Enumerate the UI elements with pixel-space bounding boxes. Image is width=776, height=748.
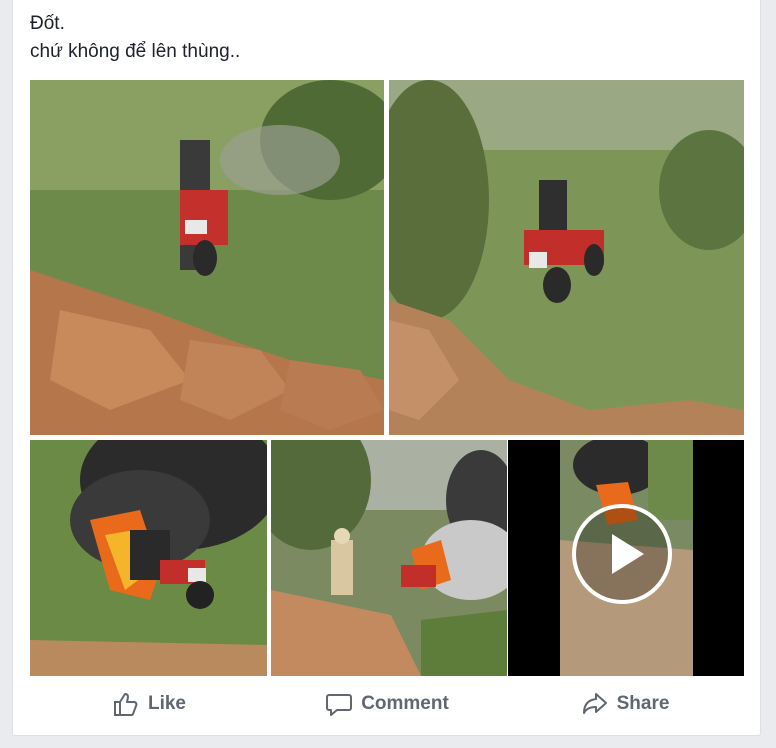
share-label: Share xyxy=(616,693,670,714)
post-actions-bar: Like Comment Share xyxy=(30,676,744,732)
motorbike-in-grass-photo[interactable] xyxy=(389,80,744,435)
post-card: Đốt. chứ không để lên thùng.. Like Comme… xyxy=(12,0,761,736)
share-button[interactable]: Share xyxy=(506,686,744,722)
officer-at-burning-bike-photo[interactable] xyxy=(271,440,507,676)
thumbs-up-icon xyxy=(113,693,138,716)
burning-bike-video-thumbnail[interactable] xyxy=(508,440,744,676)
share-arrow-icon xyxy=(582,693,607,714)
post-text: Đốt. chứ không để lên thùng.. xyxy=(30,10,240,66)
comment-button[interactable]: Comment xyxy=(268,686,506,722)
motorbike-burning-photo[interactable] xyxy=(30,440,267,676)
play-button[interactable] xyxy=(572,504,672,604)
post-text-line-1: Đốt. xyxy=(30,13,65,34)
like-button[interactable]: Like xyxy=(30,686,268,722)
motorbike-near-rocks-photo[interactable] xyxy=(30,80,384,435)
comment-label: Comment xyxy=(361,693,449,714)
like-label: Like xyxy=(147,693,187,714)
play-icon xyxy=(612,534,644,574)
speech-bubble-icon xyxy=(326,694,353,716)
post-text-line-2: chứ không để lên thùng.. xyxy=(30,41,241,62)
